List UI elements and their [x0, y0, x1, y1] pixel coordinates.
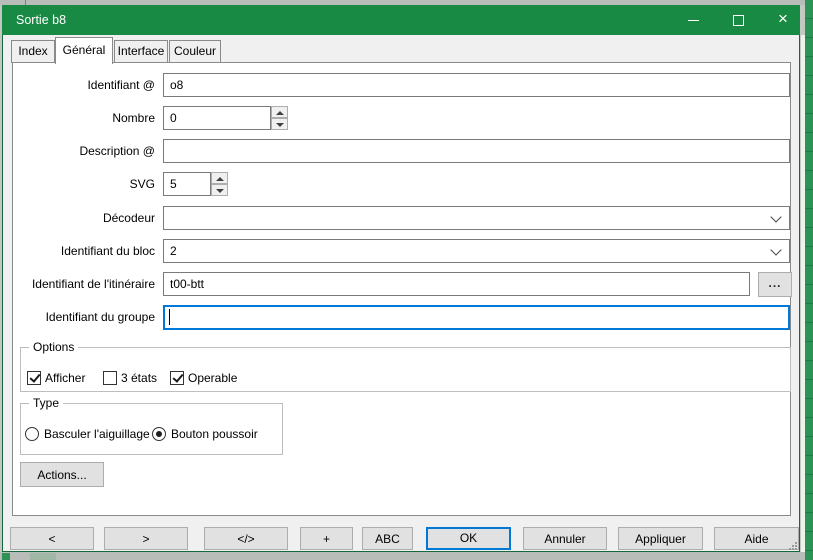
decodeur-label: Décodeur: [103, 206, 155, 230]
ellipsis-icon: ...: [768, 276, 781, 290]
screen: Sortie b8 × Index Général Interface Coul…: [0, 0, 813, 560]
spin-up-button[interactable]: [211, 172, 228, 184]
afficher-checkbox[interactable]: [27, 371, 41, 385]
type-legend: Type: [29, 396, 63, 410]
arrow-up-icon: [276, 111, 284, 115]
bloc-value: 2: [170, 240, 177, 262]
abc-button[interactable]: ABC: [362, 527, 413, 550]
prev-button[interactable]: <: [10, 527, 94, 550]
cancel-button[interactable]: Annuler: [523, 527, 607, 550]
arrow-up-icon: [216, 177, 224, 181]
bloc-label: Identifiant du bloc: [61, 239, 155, 263]
identifiant-input[interactable]: [163, 73, 790, 97]
text-caret: [169, 309, 170, 325]
tab-general[interactable]: Général: [55, 37, 113, 64]
description-input[interactable]: [163, 139, 790, 163]
groupe-input[interactable]: [163, 305, 790, 330]
spin-down-button[interactable]: [271, 118, 288, 130]
resize-grip-icon[interactable]: [789, 542, 798, 551]
next-button[interactable]: >: [104, 527, 188, 550]
decodeur-combobox[interactable]: [163, 206, 790, 230]
background-green-cell: [2, 553, 10, 560]
spin-down-button[interactable]: [211, 184, 228, 196]
maximize-button[interactable]: [722, 5, 756, 35]
options-legend: Options: [29, 340, 78, 354]
tab-interface[interactable]: Interface: [114, 40, 168, 63]
trois-etats-label[interactable]: 3 états: [121, 370, 157, 386]
itineraire-input[interactable]: [163, 272, 750, 296]
background-track-grid: [805, 0, 813, 560]
spin-up-button[interactable]: [271, 106, 288, 118]
svg-spinner: [211, 172, 228, 196]
ok-button[interactable]: OK: [426, 527, 511, 550]
identifiant-label: Identifiant @: [87, 73, 155, 97]
nombre-input[interactable]: [163, 106, 271, 130]
close-icon: ×: [766, 5, 800, 35]
minimize-icon: [688, 20, 699, 21]
nombre-label: Nombre: [112, 106, 155, 130]
description-label: Description @: [79, 139, 155, 163]
chevron-down-icon: [770, 211, 781, 222]
window-title: Sortie b8: [16, 5, 66, 35]
tab-index[interactable]: Index: [11, 40, 55, 63]
chevron-down-icon: [770, 244, 781, 255]
trois-etats-checkbox[interactable]: [103, 371, 117, 385]
minimize-button[interactable]: [676, 5, 710, 35]
apply-button[interactable]: Appliquer: [618, 527, 703, 550]
arrow-down-icon: [216, 189, 224, 193]
bloc-combobox[interactable]: 2: [163, 239, 790, 263]
xml-button[interactable]: </>: [204, 527, 288, 550]
afficher-label[interactable]: Afficher: [45, 370, 85, 386]
basculer-label[interactable]: Basculer l'aiguillage: [44, 426, 150, 442]
arrow-down-icon: [276, 123, 284, 127]
groupe-label: Identifiant du groupe: [46, 305, 155, 329]
close-button[interactable]: ×: [766, 5, 800, 35]
help-button[interactable]: Aide: [714, 527, 799, 550]
actions-button[interactable]: Actions...: [20, 462, 104, 487]
tab-couleur[interactable]: Couleur: [169, 40, 221, 63]
svg-label: SVG: [130, 172, 155, 196]
operable-label[interactable]: Operable: [188, 370, 237, 386]
background-green-cell: [30, 553, 56, 560]
background-bottom-strip: [0, 552, 805, 560]
svg-input[interactable]: [163, 172, 211, 196]
browse-button[interactable]: ...: [758, 272, 792, 297]
itineraire-label: Identifiant de l'itinéraire: [32, 272, 155, 296]
bouton-poussoir-radio[interactable]: [152, 427, 166, 441]
add-button[interactable]: +: [300, 527, 353, 550]
basculer-radio[interactable]: [25, 427, 39, 441]
maximize-icon: [733, 15, 744, 26]
operable-checkbox[interactable]: [170, 371, 184, 385]
nombre-spinner: [271, 106, 288, 130]
bouton-poussoir-label[interactable]: Bouton poussoir: [171, 426, 258, 442]
